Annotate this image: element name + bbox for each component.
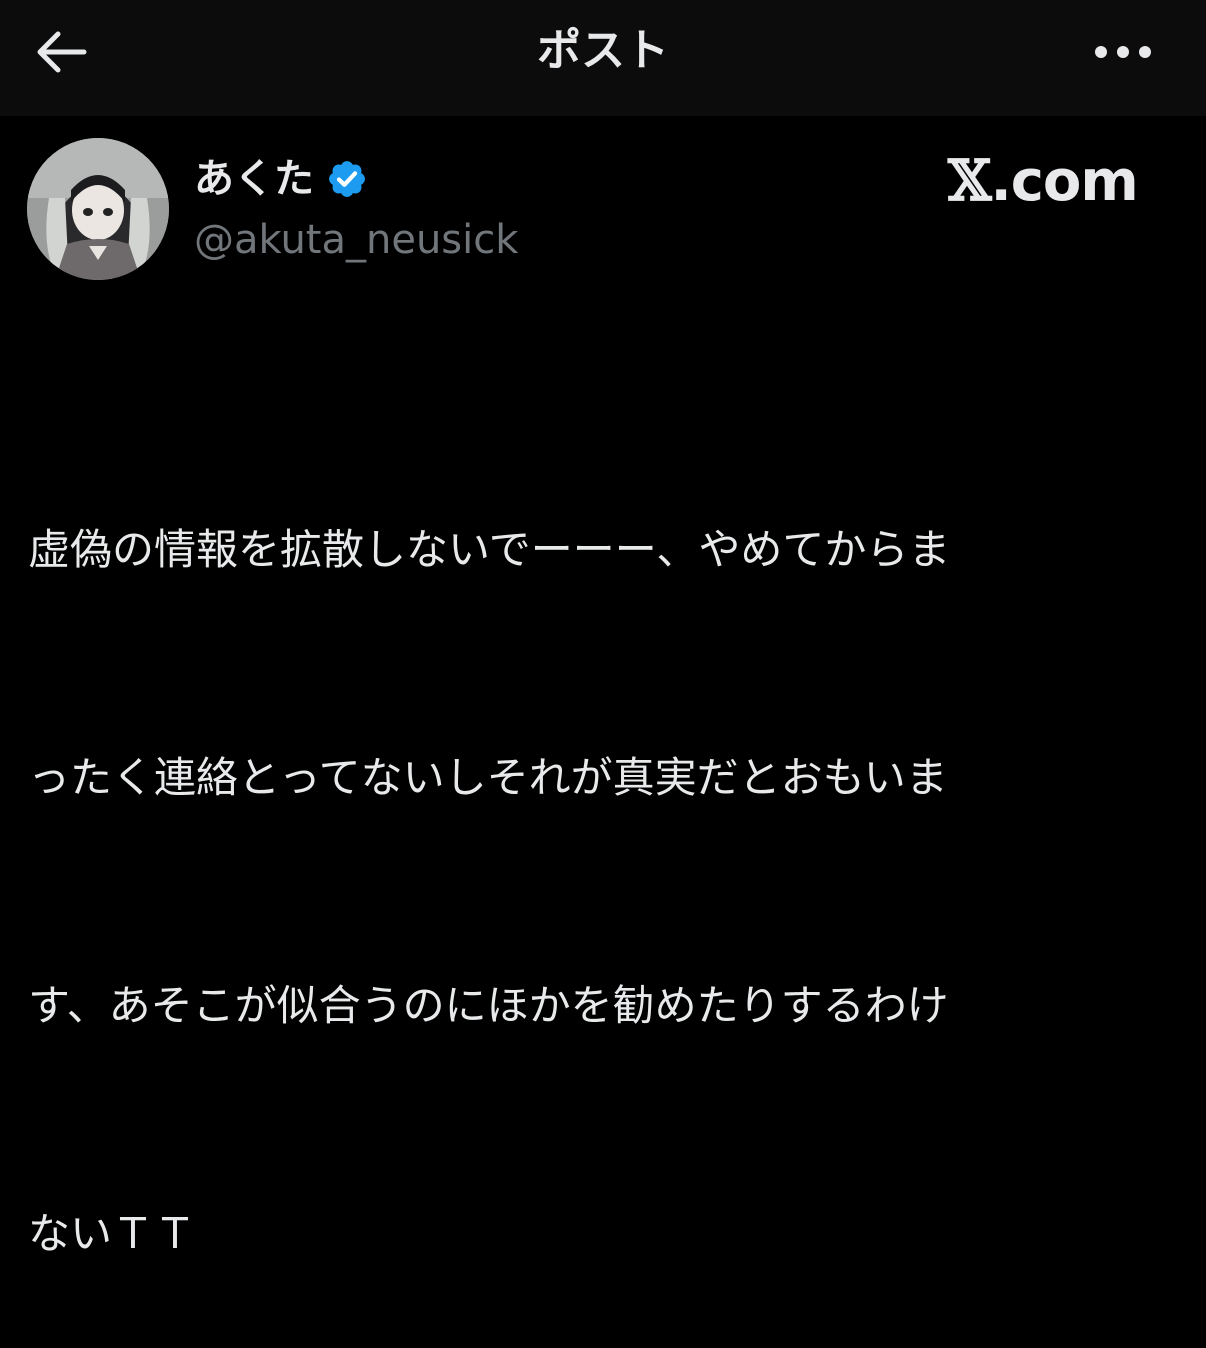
x-logo: 𝕏 — [948, 148, 991, 214]
author-name-row[interactable]: あくた — [194, 150, 368, 208]
x-com-watermark: 𝕏.com — [948, 148, 1139, 215]
display-name[interactable]: あくた — [194, 150, 314, 208]
avatar[interactable] — [27, 138, 169, 280]
avatar-image — [27, 138, 169, 280]
post-line: す、あそこが似合うのにほかを勧めたりするわけ — [28, 981, 949, 1030]
watermark-domain: .com — [990, 149, 1138, 214]
more-options-button[interactable] — [1086, 22, 1160, 82]
verified-badge-icon — [329, 161, 365, 197]
post-line: ないＴＴ — [28, 1209, 197, 1258]
top-bar: ポスト — [0, 0, 1206, 116]
arrow-left-icon — [37, 31, 87, 73]
author-handle[interactable]: @akuta_neusick — [194, 212, 518, 268]
page-title: ポスト — [537, 25, 669, 76]
post-text: 虚偽の情報を拡散しないでーーー、やめてからま ったく連絡とってないしそれが真実だ… — [28, 360, 1158, 1348]
more-horizontal-icon — [1095, 46, 1151, 58]
post-line: 虚偽の情報を拡散しないでーーー、やめてからま — [28, 525, 951, 574]
back-button[interactable] — [28, 22, 92, 82]
post-line: ったく連絡とってないしそれが真実だとおもいま — [28, 753, 948, 802]
